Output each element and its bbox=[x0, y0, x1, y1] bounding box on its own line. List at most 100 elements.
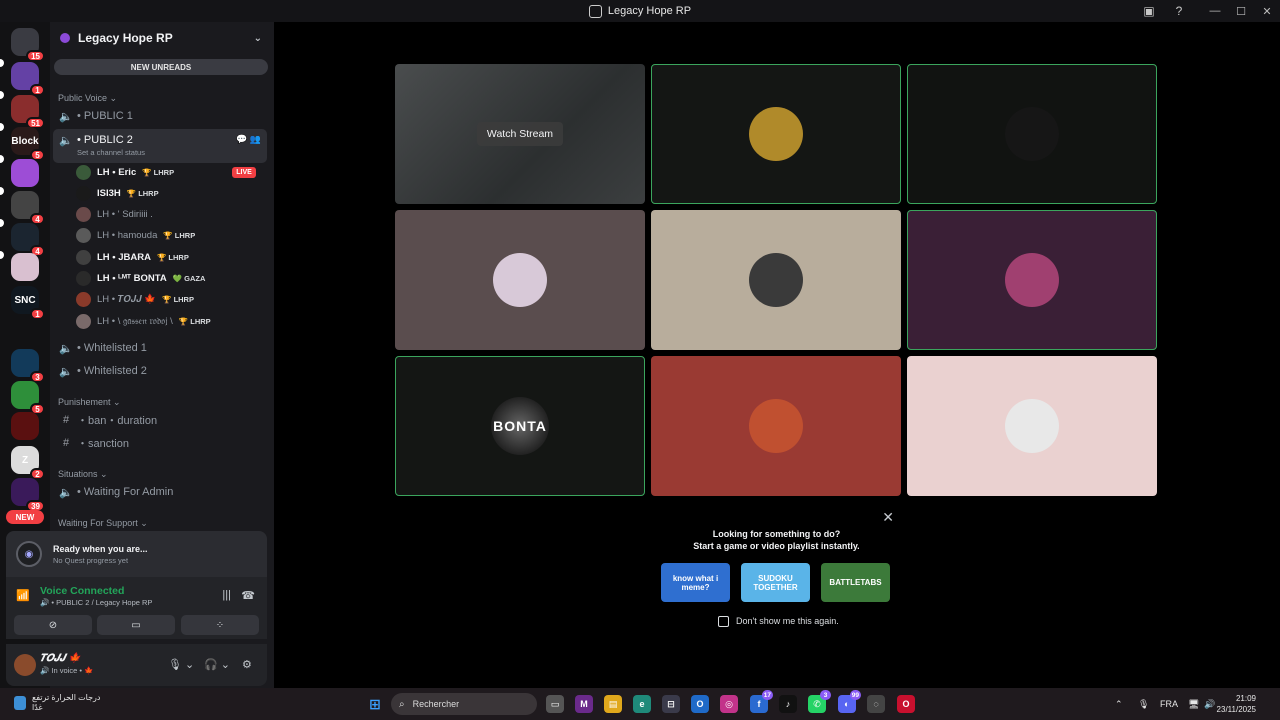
language-indicator[interactable]: FRA bbox=[1160, 688, 1178, 720]
title-bar: Legacy Hope RP ▣ ? — ☐ ✕ bbox=[0, 0, 1280, 22]
chat-icon[interactable]: 💬 👥 bbox=[236, 134, 261, 145]
close-button[interactable]: ✕ bbox=[1254, 0, 1280, 22]
store-icon[interactable]: ⊟ bbox=[662, 695, 680, 713]
channel-waiting-for-admin[interactable]: 🔈 • Waiting For Admin bbox=[53, 482, 267, 502]
server-icon-11[interactable]: 3 bbox=[11, 349, 45, 383]
clock[interactable]: 21:09 23/11/2025 bbox=[1217, 693, 1256, 715]
guild-header[interactable]: Legacy Hope RP ⌄ bbox=[50, 22, 274, 54]
edge-icon[interactable]: e bbox=[633, 695, 651, 713]
m365-icon[interactable]: M bbox=[575, 695, 593, 713]
server-icon-12[interactable]: 5 bbox=[11, 381, 45, 415]
participant-tile-3[interactable] bbox=[907, 64, 1157, 204]
voice-status[interactable]: Voice Connected bbox=[40, 585, 124, 597]
help-icon[interactable]: ? bbox=[1172, 4, 1186, 18]
tray-chevron-icon[interactable]: ⌃ bbox=[1115, 688, 1123, 720]
user-name[interactable]: 𝑻𝑶𝑱𝑱 🍁 bbox=[40, 653, 80, 664]
voice-member[interactable]: LH • hamouda 🏆 LHRP bbox=[76, 227, 262, 245]
whatsapp-icon[interactable]: ✆ 3 bbox=[808, 690, 831, 713]
avatar[interactable] bbox=[14, 654, 36, 676]
server-icon-13[interactable] bbox=[11, 412, 39, 440]
outlook-icon[interactable]: O bbox=[691, 695, 709, 713]
category-waiting-for-support[interactable]: Waiting For Support ⌄ bbox=[58, 518, 148, 529]
activity-card[interactable]: know what i meme? bbox=[661, 563, 730, 602]
windows-start-icon[interactable]: ⊞ bbox=[366, 695, 384, 713]
category-situations[interactable]: Situations ⌄ bbox=[58, 469, 108, 480]
voice-member[interactable]: LH • ' Sdiriiii . bbox=[76, 206, 262, 224]
participant-tile-8[interactable] bbox=[651, 356, 901, 496]
voice-member[interactable]: ISI3H 🏆 LHRP bbox=[76, 184, 262, 202]
search-box[interactable]: ⌕ Rechercher bbox=[391, 693, 537, 715]
dont-show-checkbox[interactable] bbox=[718, 616, 729, 627]
screen-share-button[interactable]: ▭ bbox=[97, 615, 175, 635]
category-public-voice[interactable]: Public Voice ⌄ bbox=[58, 93, 117, 104]
quest-panel[interactable]: ◉ Ready when you are... No Quest progres… bbox=[6, 531, 267, 577]
server-icon-2[interactable]: 1 bbox=[11, 62, 45, 96]
minimize-button[interactable]: — bbox=[1202, 0, 1228, 22]
activity-card[interactable]: SUDOKU TOGETHER bbox=[741, 563, 810, 602]
signal-icon[interactable]: 📶 bbox=[16, 589, 30, 602]
microphone-icon[interactable]: 🎙 ⌄ bbox=[168, 658, 194, 671]
instagram-icon[interactable]: ◎ bbox=[720, 695, 738, 713]
channel-status[interactable]: Set a channel status bbox=[77, 148, 145, 157]
new-badge[interactable]: NEW bbox=[6, 510, 44, 524]
server-icon-4[interactable]: Block 5 bbox=[11, 127, 45, 161]
participant-tile-9[interactable] bbox=[907, 356, 1157, 496]
maximize-button[interactable]: ☐ bbox=[1228, 0, 1254, 22]
avatar bbox=[749, 399, 803, 453]
file-explorer-icon[interactable]: ▤ bbox=[604, 695, 622, 713]
activity-card[interactable]: BATTLETABS bbox=[821, 563, 890, 602]
server-icon-3[interactable]: 51 bbox=[11, 95, 45, 129]
channel-sanction[interactable]: # ・sanction bbox=[53, 433, 267, 453]
participant-tile-6[interactable] bbox=[907, 210, 1157, 350]
channel-whitelisted-2[interactable]: 🔈 • Whitelisted 2 bbox=[53, 361, 267, 381]
server-icon-5[interactable] bbox=[11, 159, 39, 187]
mic-tray-icon[interactable]: 🎙 bbox=[1138, 688, 1149, 720]
gear-icon[interactable]: ⚙ bbox=[242, 658, 252, 671]
voice-member[interactable]: LH • 𝑻𝑶𝑱𝑱 🍁 🏆 LHRP bbox=[76, 291, 262, 309]
app-icon[interactable]: ◌ bbox=[867, 695, 885, 713]
task-view-icon[interactable]: ▭ bbox=[546, 695, 564, 713]
participant-tile-7[interactable]: BONTA bbox=[395, 356, 645, 496]
role-tag: 🏆 LHRP bbox=[178, 316, 211, 326]
inbox-icon[interactable]: ▣ bbox=[1142, 4, 1156, 18]
server-icon-10[interactable] bbox=[11, 318, 39, 346]
server-icon-1[interactable]: 15 bbox=[11, 28, 45, 62]
server-icon-9[interactable]: SNC 1 bbox=[11, 286, 45, 320]
tiktok-icon[interactable]: ♪ bbox=[779, 695, 797, 713]
participant-tile-2[interactable] bbox=[651, 64, 901, 204]
watch-stream-button[interactable]: Watch Stream bbox=[476, 122, 564, 146]
camera-button[interactable]: ⊘ bbox=[14, 615, 92, 635]
new-unreads-button[interactable]: NEW UNREADS bbox=[54, 59, 268, 75]
voice-channel[interactable]: 🔊 • PUBLIC 2 / Legacy Hope RP bbox=[40, 598, 152, 607]
disconnect-icon[interactable]: ☎ bbox=[241, 589, 255, 602]
noise-suppression-icon[interactable]: ||| bbox=[222, 589, 231, 601]
voice-member[interactable]: LH • JBARA 🏆 LHRP bbox=[76, 248, 262, 266]
channel-public-2[interactable]: 🔈 • PUBLIC 2 Set a channel status 💬 👥 bbox=[53, 129, 267, 163]
server-icon-6[interactable]: 4 bbox=[11, 191, 45, 225]
voice-member[interactable]: LH • Eric 🏆 LHRP LIVE bbox=[76, 163, 262, 181]
voice-member[interactable]: LH • ᴸᴹᵀ BONTA 💚 GAZA bbox=[76, 270, 262, 288]
dont-show-label[interactable]: Don't show me this again. bbox=[736, 616, 839, 626]
server-icon-14[interactable]: Z2 bbox=[11, 446, 45, 480]
close-icon[interactable]: ✕ bbox=[882, 509, 894, 526]
stream-tile[interactable]: Watch Stream bbox=[395, 64, 645, 204]
participant-tile-5[interactable] bbox=[651, 210, 901, 350]
server-icon-15[interactable]: 39 bbox=[11, 478, 45, 512]
discord-icon[interactable]: ◐ 99 bbox=[838, 690, 861, 713]
headphones-icon[interactable]: 🎧 ⌄ bbox=[204, 658, 230, 671]
unread-pill bbox=[0, 91, 4, 99]
participant-tile-4[interactable] bbox=[395, 210, 645, 350]
voice-member[interactable]: LH • \ 𝔤𝔞𝔰𝔰𝔢𝔫 𝔯𝔬𝔡𝔬𝔧 \ 🏆 LHRP bbox=[76, 312, 262, 330]
channel-ban-duration[interactable]: # ・ban・duration bbox=[53, 410, 267, 430]
activities-button[interactable]: ⁘ bbox=[181, 615, 259, 635]
opera-icon[interactable]: O bbox=[897, 695, 915, 713]
category-punishement[interactable]: Punishement ⌄ bbox=[58, 397, 121, 408]
weather-widget[interactable]: درجات الحرارة ترتفع غدًا bbox=[14, 693, 100, 713]
volume-icon[interactable]: 🔊 bbox=[1204, 688, 1215, 720]
channel-whitelisted-1[interactable]: 🔈 • Whitelisted 1 bbox=[53, 338, 267, 358]
channel-public-1[interactable]: 🔈 • PUBLIC 1 bbox=[53, 106, 267, 126]
messenger-icon[interactable]: f 17 bbox=[750, 690, 773, 713]
server-icon-7[interactable]: 4 bbox=[11, 223, 45, 257]
network-icon[interactable]: 🖥 bbox=[1188, 688, 1199, 720]
server-icon-8[interactable] bbox=[11, 253, 39, 281]
